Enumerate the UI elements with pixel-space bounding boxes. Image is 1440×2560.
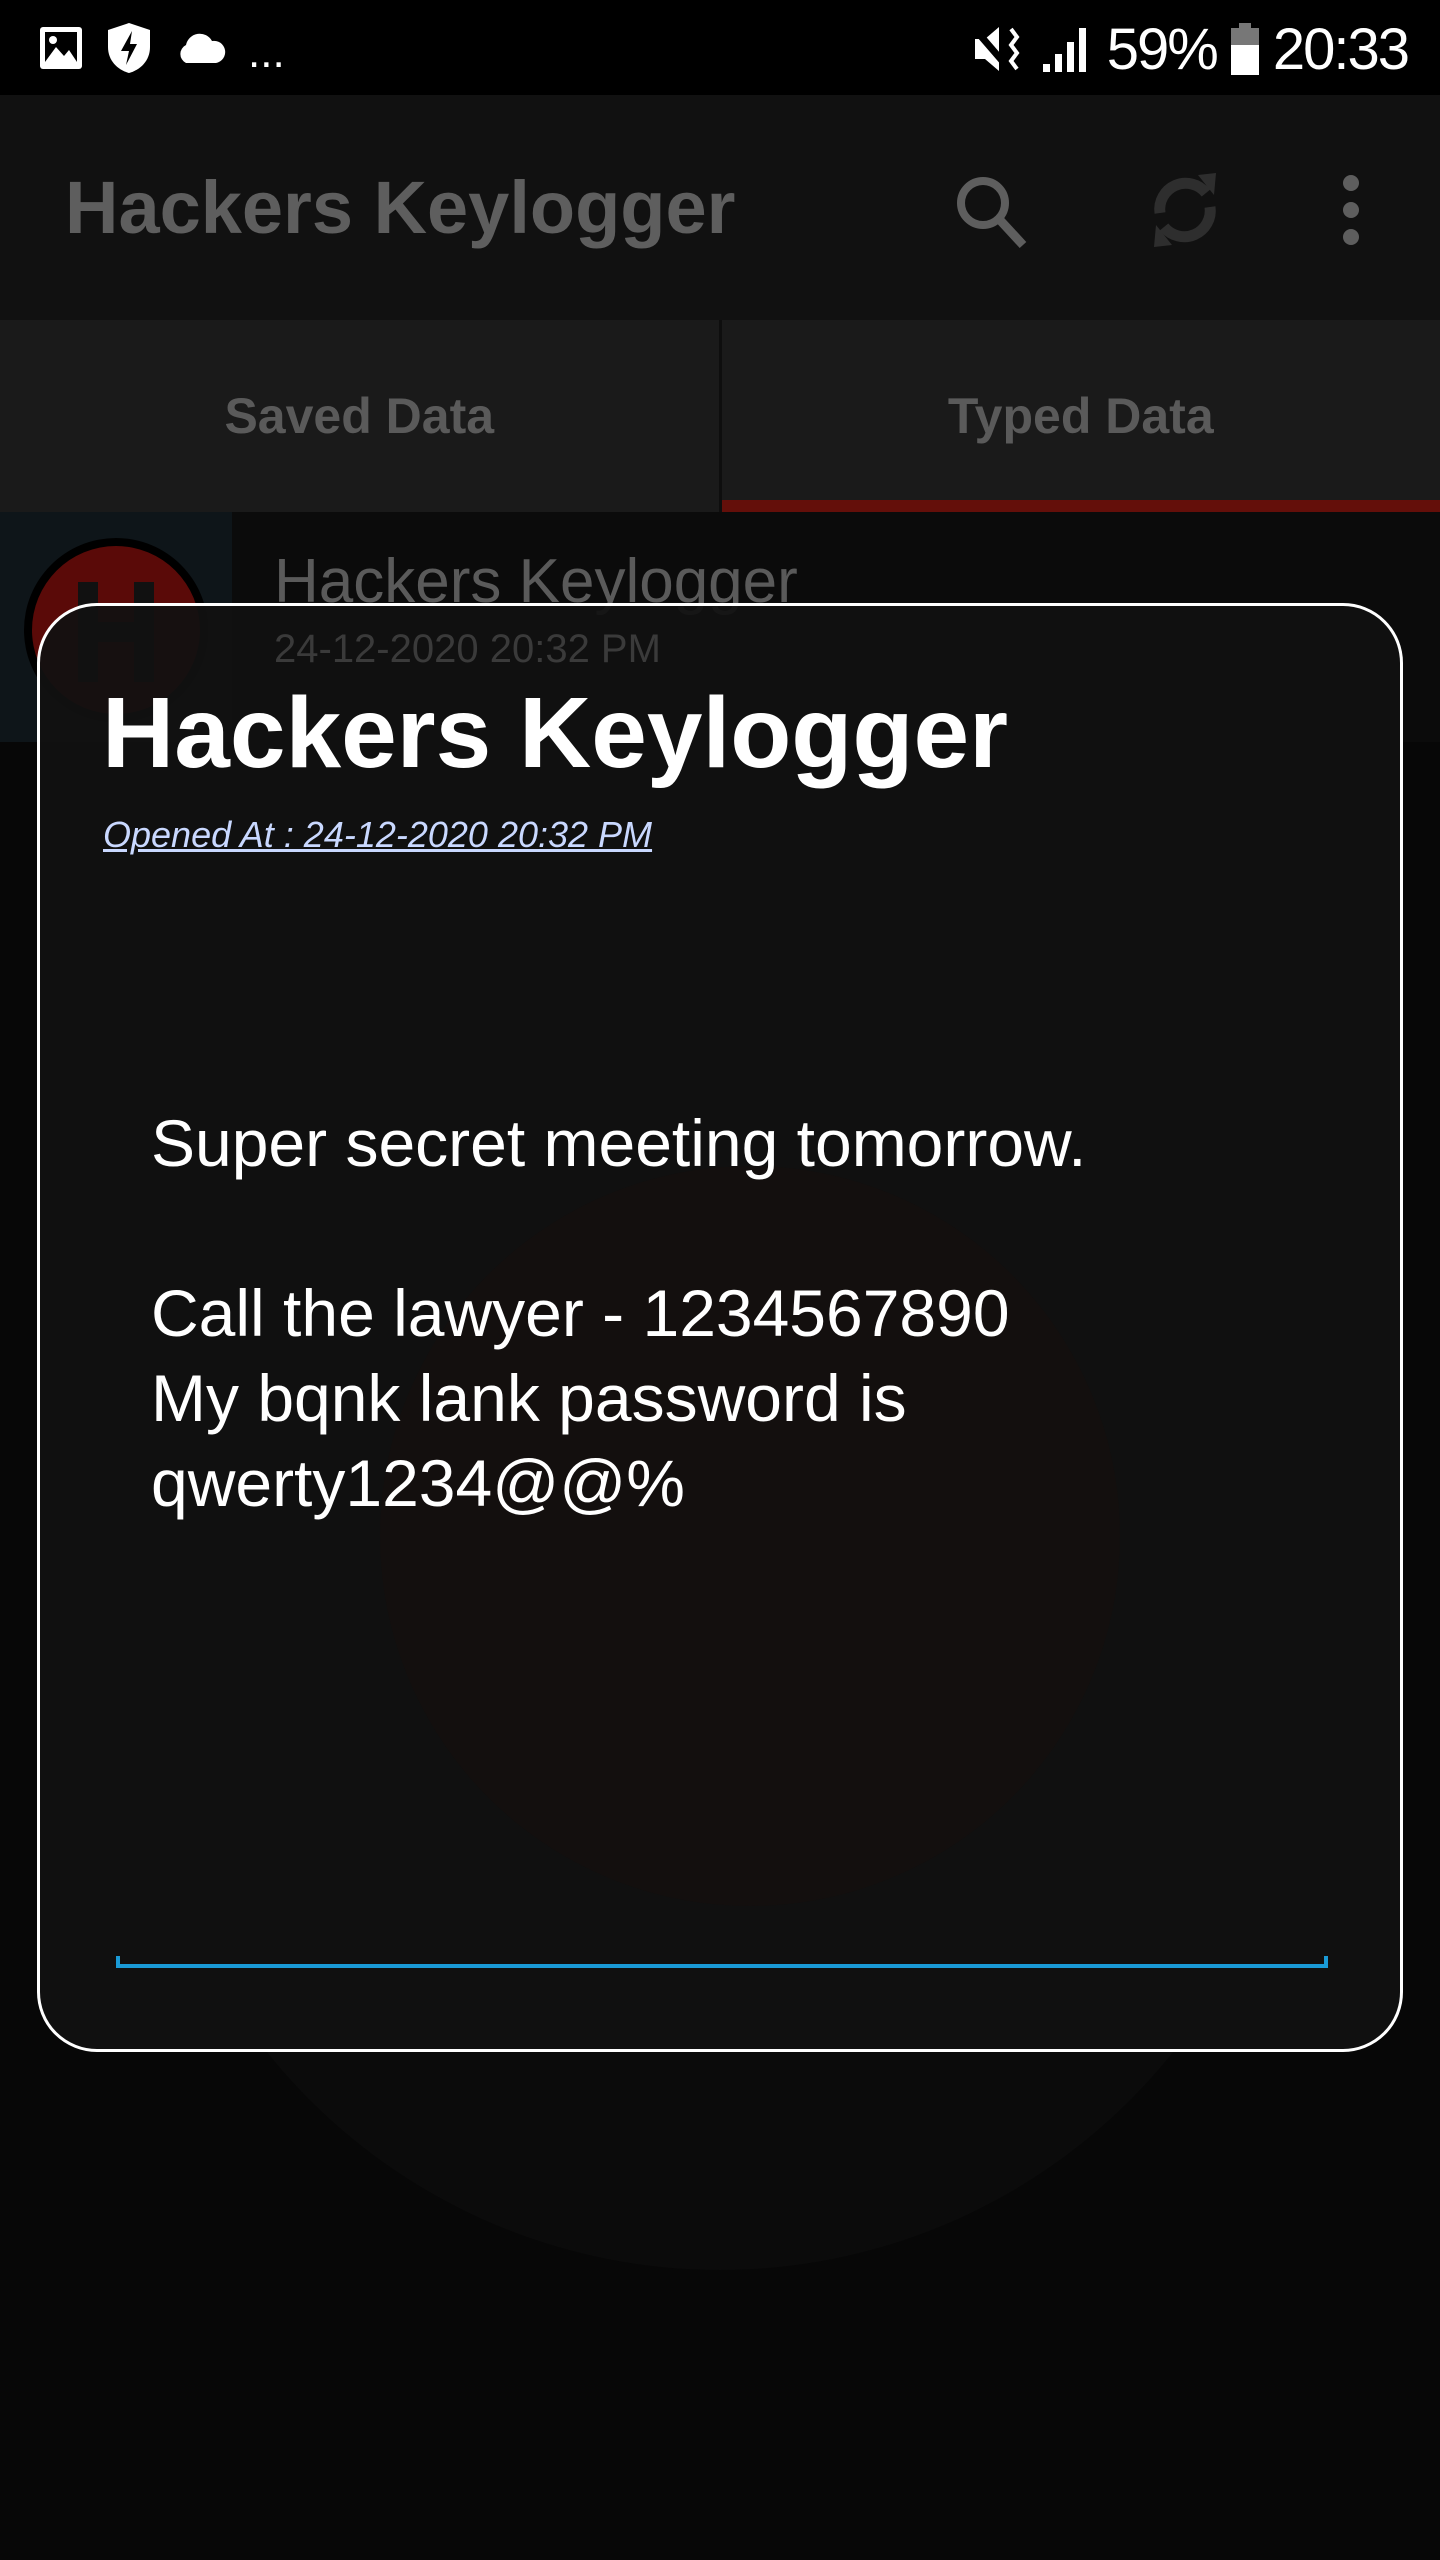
vibrate-mute-icon — [970, 24, 1020, 74]
tab-typed-data[interactable]: Typed Data — [721, 320, 1440, 512]
tab-bar: Saved Data Typed Data — [0, 320, 1440, 512]
tab-saved-data[interactable]: Saved Data — [0, 320, 722, 512]
signal-icon — [1042, 28, 1086, 72]
dialog-title: Hackers Keylogger — [102, 677, 1009, 789]
gallery-icon — [40, 27, 82, 69]
search-icon[interactable] — [945, 165, 1035, 255]
typed-text-field[interactable]: Super secret meeting tomorrow. Call the … — [151, 1101, 1086, 1526]
battery-percent: 59% — [1106, 16, 1219, 82]
text-field-underline — [116, 1956, 1328, 1968]
clock: 20:33 — [1272, 16, 1410, 82]
app-title: Hackers Keylogger — [65, 166, 736, 249]
more-notifications: ... — [248, 28, 285, 77]
shield-bolt-icon — [108, 23, 150, 73]
status-bar: ... 59% 20:33 — [0, 0, 1440, 95]
detail-dialog: Hackers Keylogger Opened At : 24-12-2020… — [37, 603, 1403, 2052]
app-bar: Hackers Keylogger — [0, 95, 1440, 320]
refresh-icon[interactable] — [1140, 165, 1230, 255]
battery-icon — [1230, 23, 1259, 75]
more-vert-icon[interactable] — [1306, 165, 1396, 255]
item-date: 24-12-2020 20:32 PM — [274, 627, 661, 671]
opened-at-link[interactable]: Opened At : 24-12-2020 20:32 PM — [103, 814, 652, 856]
cloud-icon — [180, 33, 226, 63]
